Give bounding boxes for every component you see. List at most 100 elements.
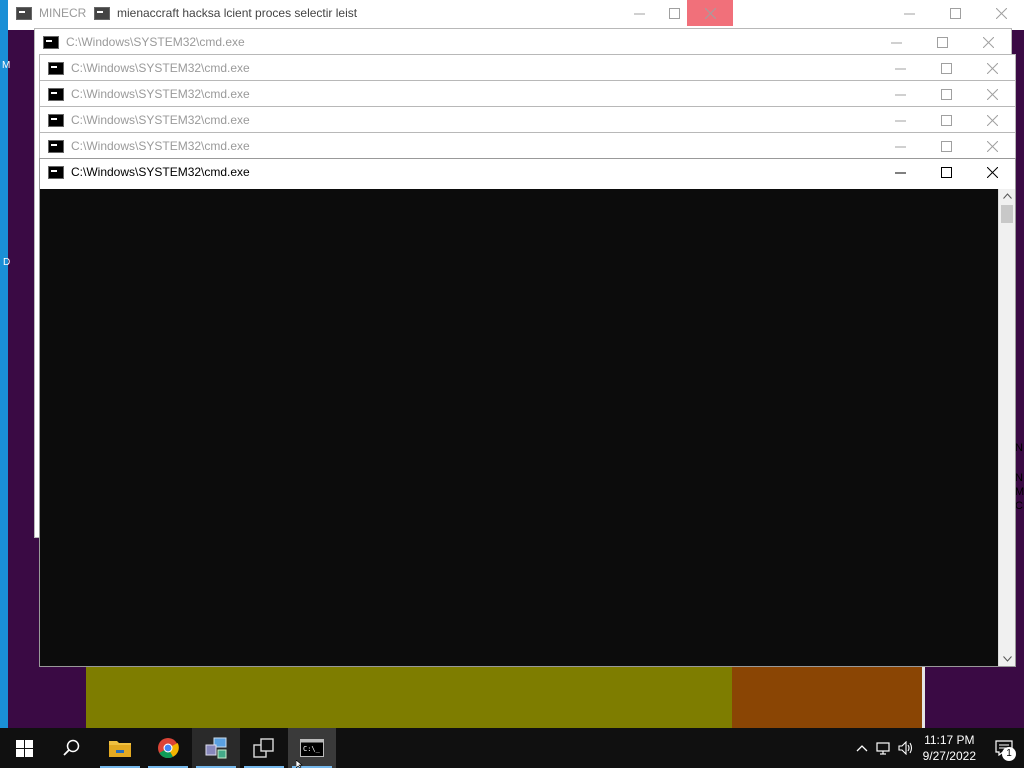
action-center-button[interactable]: 1: [984, 728, 1024, 768]
network-computer-icon: [205, 737, 227, 759]
minimize-icon: [894, 120, 906, 121]
close-button[interactable]: [969, 81, 1015, 107]
close-icon: [982, 36, 994, 48]
scroll-thumb[interactable]: [1001, 205, 1013, 223]
window-controls: [877, 159, 1015, 185]
console-output[interactable]: [40, 189, 999, 666]
close-icon: [986, 140, 998, 152]
maximize-button[interactable]: [923, 159, 969, 185]
close-button[interactable]: [978, 0, 1024, 26]
desktop-label: M: [2, 60, 11, 71]
minimize-button[interactable]: [877, 107, 923, 133]
chevron-up-icon: [856, 745, 868, 752]
minimize-button[interactable]: [877, 55, 923, 81]
title-bar[interactable]: C:\Windows\SYSTEM32\cmd.exe: [40, 159, 1015, 185]
ghost-minimize-button: [616, 0, 662, 26]
window-controls: [877, 133, 1015, 159]
console-icon: [48, 113, 64, 127]
minimize-icon: [894, 146, 906, 147]
maximize-icon: [668, 7, 680, 19]
vertical-scrollbar[interactable]: [998, 189, 1015, 666]
scroll-down-button[interactable]: [999, 652, 1015, 666]
close-button[interactable]: [969, 55, 1015, 81]
window-controls: [877, 55, 1015, 81]
title-bar[interactable]: C:\Windows\SYSTEM32\cmd.exe: [35, 29, 1011, 55]
hacks-window[interactable]: mienaccraft hacksa lcient proces selecti…: [86, 0, 1024, 30]
maximize-icon: [940, 62, 952, 74]
task-view-button[interactable]: [240, 728, 288, 768]
minimize-button[interactable]: [873, 29, 919, 55]
mouse-cursor-icon: [296, 760, 303, 768]
search-button[interactable]: [48, 728, 96, 768]
console-icon: C:\_: [300, 739, 324, 757]
close-icon: [986, 62, 998, 74]
orange-panel: [732, 666, 922, 728]
network-icon: [876, 742, 890, 755]
maximize-button[interactable]: [923, 55, 969, 81]
close-button[interactable]: [965, 29, 1011, 55]
title-bar[interactable]: C:\Windows\SYSTEM32\cmd.exe: [40, 133, 1015, 159]
volume-icon: [898, 741, 912, 755]
maximize-button[interactable]: [919, 29, 965, 55]
minimize-button[interactable]: [877, 133, 923, 159]
minimize-icon: [890, 42, 902, 43]
title-bar[interactable]: MINECRA: [8, 0, 94, 26]
search-icon: [63, 739, 80, 756]
clock[interactable]: 11:17 PM 9/27/2022: [923, 732, 976, 764]
network-status-button[interactable]: [873, 728, 895, 768]
close-icon: [986, 114, 998, 126]
close-button[interactable]: [969, 159, 1015, 185]
system-tray: 11:17 PM 9/27/2022 1: [851, 728, 1024, 768]
clock-date: 9/27/2022: [922, 749, 976, 763]
title-bar[interactable]: C:\Windows\SYSTEM32\cmd.exe: [40, 107, 1015, 133]
window-title: C:\Windows\SYSTEM32\cmd.exe: [71, 113, 250, 127]
close-icon: [986, 166, 998, 178]
notification-badge: 1: [1002, 747, 1016, 761]
volume-button[interactable]: [895, 728, 917, 768]
maximize-icon: [940, 88, 952, 100]
maximize-button[interactable]: [923, 133, 969, 159]
console-icon: [48, 139, 64, 153]
title-bar[interactable]: C:\Windows\SYSTEM32\cmd.exe: [40, 55, 1015, 81]
taskbar-chrome[interactable]: [144, 728, 192, 768]
window-controls: [886, 0, 1024, 26]
minimize-button[interactable]: [877, 81, 923, 107]
maximize-button[interactable]: [932, 0, 978, 26]
close-button[interactable]: [969, 133, 1015, 159]
taskbar-network-tool[interactable]: [192, 728, 240, 768]
close-button[interactable]: [969, 107, 1015, 133]
title-bar[interactable]: mienaccraft hacksa lcient proces selecti…: [86, 0, 1024, 26]
window-title: C:\Windows\SYSTEM32\cmd.exe: [66, 35, 245, 49]
desktop-background: [0, 0, 8, 728]
minimize-button[interactable]: [877, 159, 923, 185]
title-bar[interactable]: C:\Windows\SYSTEM32\cmd.exe: [40, 81, 1015, 107]
yellow-panel: [86, 666, 732, 728]
maximize-icon: [940, 140, 952, 152]
window-controls: [877, 107, 1015, 133]
taskbar-file-explorer[interactable]: [96, 728, 144, 768]
window-title: C:\Windows\SYSTEM32\cmd.exe: [71, 87, 250, 101]
cmd-window-active[interactable]: C:\Windows\SYSTEM32\cmd.exe: [39, 158, 1016, 667]
minecraft-window[interactable]: MINECRA: [8, 0, 94, 30]
minimize-icon: [894, 94, 906, 95]
maximize-button[interactable]: [923, 81, 969, 107]
minimize-icon: [894, 68, 906, 69]
maximize-icon: [940, 166, 952, 178]
start-button[interactable]: [0, 728, 48, 768]
taskbar: C:\_ 11:17 PM 9/27/2022 1: [0, 728, 1024, 768]
console-icon: [48, 61, 64, 75]
window-title: mienaccraft hacksa lcient proces selecti…: [117, 6, 358, 20]
minimize-button[interactable]: [886, 0, 932, 26]
minimize-icon: [903, 13, 915, 14]
minimize-icon: [633, 13, 645, 14]
minimize-icon: [894, 172, 906, 173]
show-hidden-icons-button[interactable]: [851, 728, 873, 768]
maximize-icon: [936, 36, 948, 48]
maximize-button[interactable]: [923, 107, 969, 133]
task-view-icon: [253, 738, 274, 758]
scroll-up-button[interactable]: [999, 189, 1015, 203]
window-controls: [873, 29, 1011, 55]
maximize-icon: [949, 7, 961, 19]
close-icon: [995, 7, 1007, 19]
svg-text:C:\_: C:\_: [303, 745, 321, 753]
